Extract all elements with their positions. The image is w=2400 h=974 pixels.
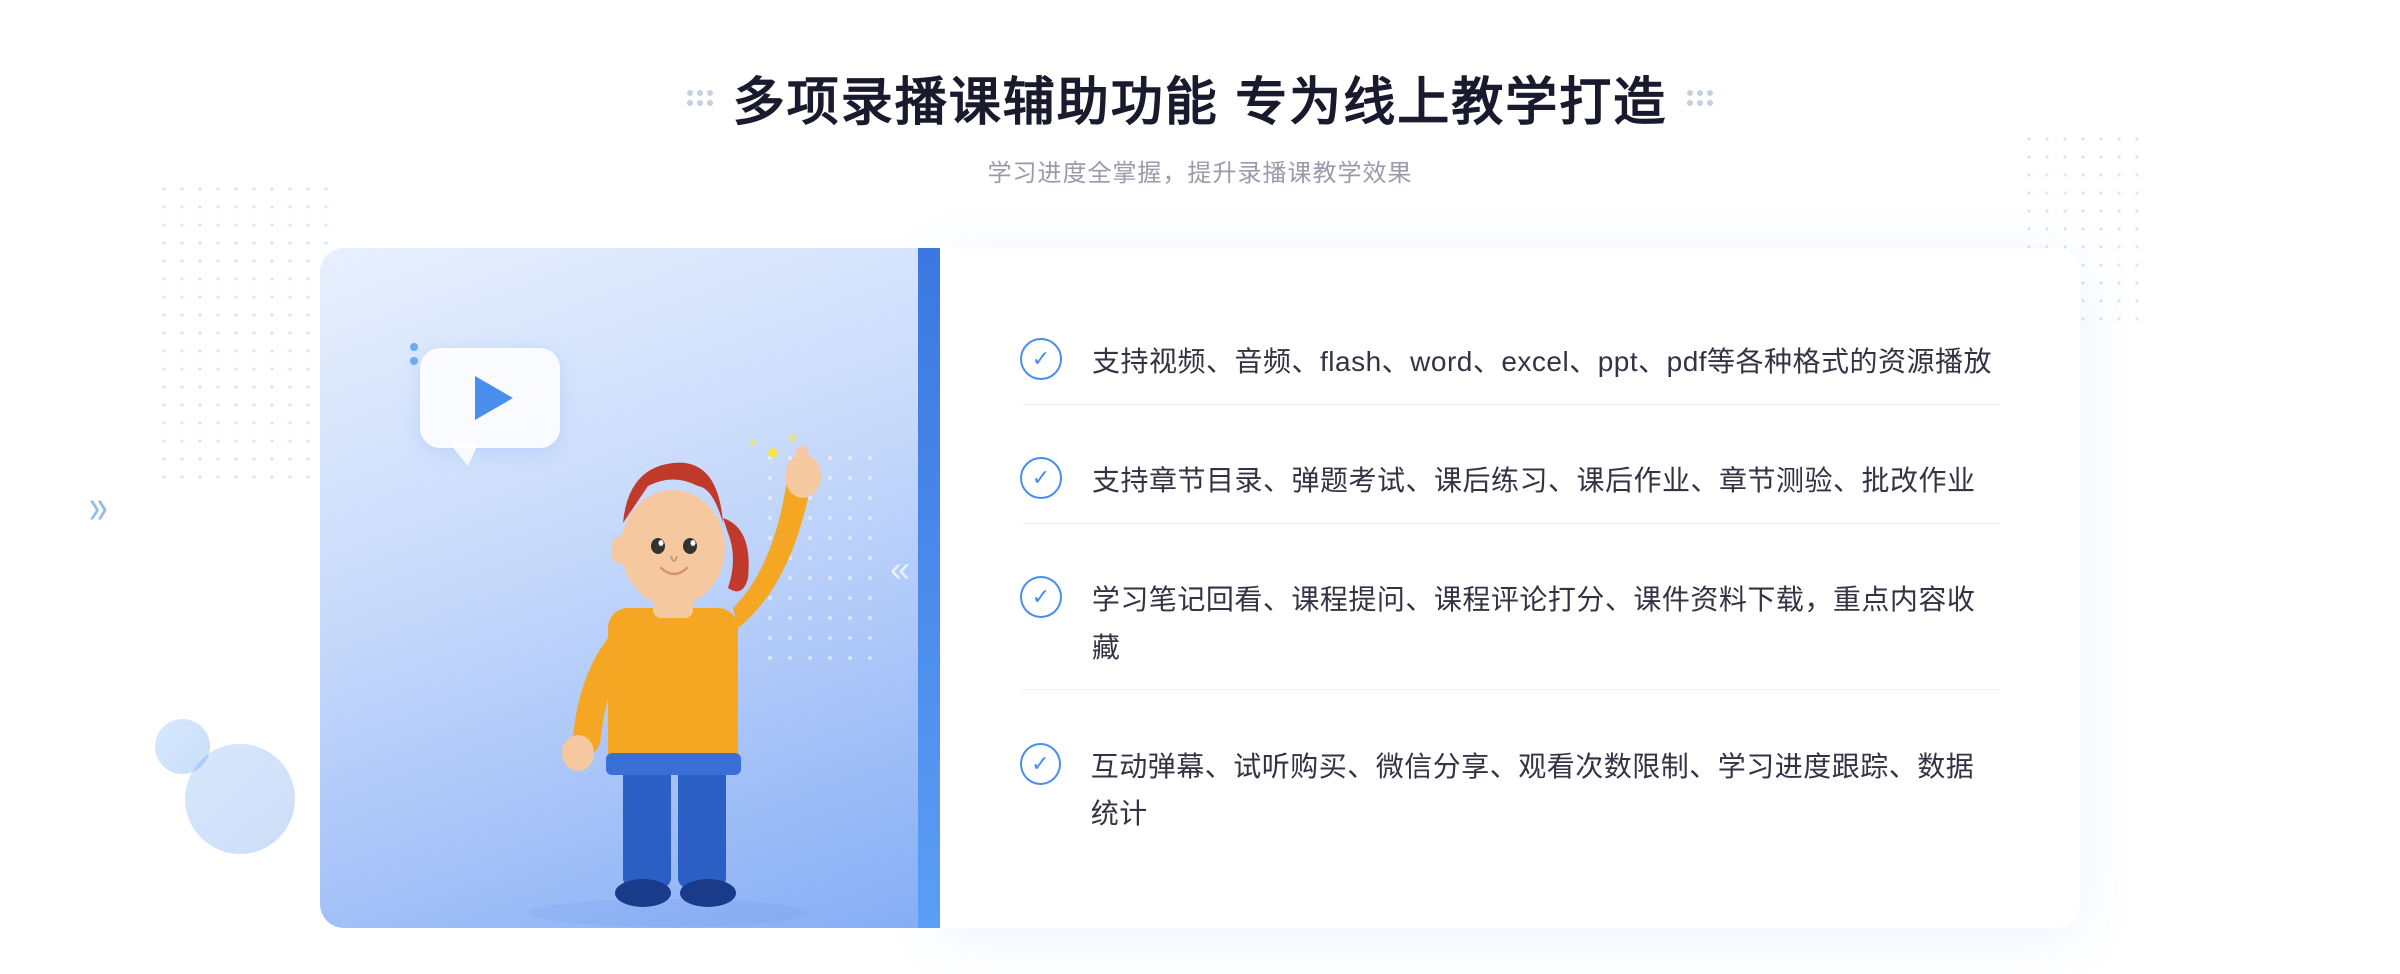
- feature-text-1: 支持视频、音频、flash、word、excel、ppt、pdf等各种格式的资源…: [1092, 338, 1992, 386]
- dot: [697, 100, 703, 106]
- subtitle: 学习进度全掌握，提升录播课教学效果: [687, 153, 1713, 188]
- bubble-tail: [450, 444, 478, 466]
- dot: [1687, 90, 1693, 96]
- dot: [707, 100, 713, 106]
- sparkle-dots: [410, 343, 418, 365]
- dot: [707, 90, 713, 96]
- feature-item-1: ✓ 支持视频、音频、flash、word、excel、ppt、pdf等各种格式的…: [1020, 320, 2000, 405]
- header-section: 多项录播课辅助功能 专为线上教学打造 学习进度全掌握，提升录播课教学效果: [687, 60, 1713, 188]
- decorator-dots-left: [687, 90, 713, 106]
- check-mark-1: ✓: [1032, 348, 1050, 370]
- panel-stripe: [918, 248, 940, 928]
- dot: [1697, 100, 1703, 106]
- dot: [687, 100, 693, 106]
- check-icon-1: ✓: [1020, 338, 1062, 380]
- feature-text-3: 学习笔记回看、课程提问、课程评论打分、课件资料下载，重点内容收藏: [1092, 576, 2000, 671]
- feature-text-2: 支持章节目录、弹题考试、课后练习、课后作业、章节测验、批改作业: [1092, 457, 1976, 505]
- decorator-dots-right: [1687, 90, 1713, 106]
- feature-item-2: ✓ 支持章节目录、弹题考试、课后练习、课后作业、章节测验、批改作业: [1020, 439, 2000, 524]
- feature-item-4: ✓ 互动弹幕、试听购买、微信分享、观看次数限制、学习进度跟踪、数据统计: [1020, 725, 2000, 856]
- feature-text-4: 互动弹幕、试听购买、微信分享、观看次数限制、学习进度跟踪、数据统计: [1091, 743, 2000, 838]
- feature-item-3: ✓ 学习笔记回看、课程提问、课程评论打分、课件资料下载，重点内容收藏: [1020, 558, 2000, 690]
- check-mark-4: ✓: [1031, 753, 1049, 775]
- dot: [1697, 90, 1703, 96]
- panel-arrows: «: [890, 548, 910, 590]
- bg-dots-left: [155, 180, 335, 480]
- content-area: « ✓ 支持视频、音频、flash、word、excel、ppt、pdf等各种格…: [320, 248, 2080, 928]
- main-title: 多项录播课辅助功能 专为线上教学打造: [733, 60, 1667, 135]
- sparkle-dot-1: [410, 343, 418, 351]
- check-icon-3: ✓: [1020, 576, 1062, 618]
- check-mark-3: ✓: [1032, 586, 1050, 608]
- dot: [687, 90, 693, 96]
- sparkle-dot-2: [410, 357, 418, 365]
- dot: [697, 90, 703, 96]
- arrow-left-decoration: »: [89, 480, 108, 535]
- page-container: » 多项录播课辅助功能 专为线上教学打造 学习进度全掌握，提升: [0, 0, 2400, 974]
- dot: [1707, 100, 1713, 106]
- person-illustration: [478, 368, 858, 928]
- right-panel: ✓ 支持视频、音频、flash、word、excel、ppt、pdf等各种格式的…: [940, 248, 2080, 928]
- dot: [1687, 100, 1693, 106]
- header-decorators: 多项录播课辅助功能 专为线上教学打造: [687, 60, 1713, 135]
- check-mark-2: ✓: [1032, 467, 1050, 489]
- left-panel: «: [320, 248, 940, 928]
- circle-decoration-small: [155, 719, 210, 774]
- dot: [1707, 90, 1713, 96]
- check-icon-2: ✓: [1020, 457, 1062, 499]
- check-icon-4: ✓: [1020, 743, 1061, 785]
